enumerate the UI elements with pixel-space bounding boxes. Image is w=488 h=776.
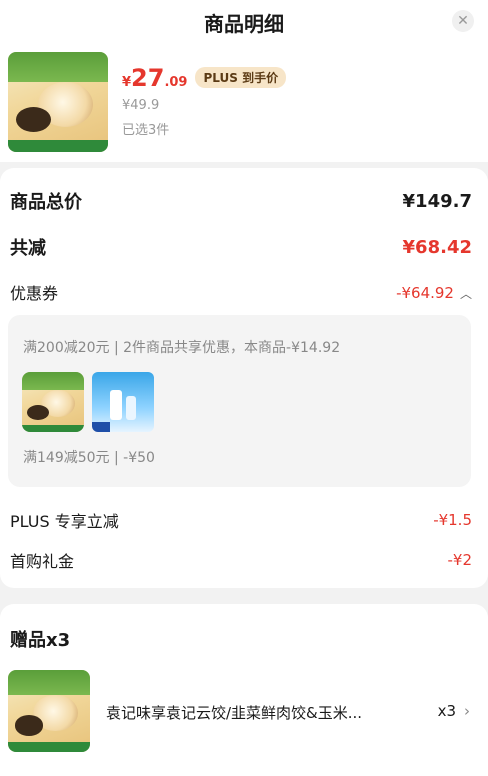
gift-qty-text: x3 xyxy=(437,702,456,720)
gift-card: 赠品x3 袁记味享袁记云饺/韭菜鲜肉饺&玉米... x3 › xyxy=(0,604,488,776)
selected-count: 已选3件 xyxy=(122,123,170,138)
coupon-value: -¥64.92 xyxy=(396,283,454,302)
price-block: ¥ 27 .09 PLUS 到手价 ¥49.9 已选3件 xyxy=(122,64,287,138)
discount-value: ¥68.42 xyxy=(402,236,472,258)
price-symbol: ¥ xyxy=(122,75,132,90)
chevron-up-icon[interactable]: ︿ xyxy=(460,287,472,301)
coupon-label: 优惠券 xyxy=(10,284,59,303)
gift-product-name[interactable]: 袁记味享袁记云饺/韭菜鲜肉饺&玉米... xyxy=(106,702,406,723)
plus-price-badge: PLUS 到手价 xyxy=(195,67,287,88)
price-breakdown-card: 商品总价 ¥149.7 共减 ¥68.42 优惠券 -¥64.92 ︿ 满200减… xyxy=(0,168,488,588)
gift-product-image[interactable] xyxy=(8,670,90,752)
close-icon[interactable]: ✕ xyxy=(452,10,474,32)
discount-label: 共减 xyxy=(10,238,46,259)
product-image[interactable] xyxy=(8,52,108,152)
total-value: ¥149.7 xyxy=(402,190,472,212)
coupon-rule-2: 满149减50元 | -¥50 xyxy=(23,450,155,466)
price-decimal: .09 xyxy=(164,75,188,90)
coupon-product-image-skincare[interactable] xyxy=(92,372,154,432)
original-price: ¥49.9 xyxy=(122,98,160,113)
price-integer: 27 xyxy=(131,64,165,92)
product-summary: ¥ 27 .09 PLUS 到手价 ¥49.9 已选3件 xyxy=(0,44,488,162)
page-title: 商品明细 xyxy=(204,11,284,36)
first-purchase-value: -¥2 xyxy=(447,551,473,569)
total-row: 商品总价 ¥149.7 xyxy=(10,188,472,214)
gift-title: 赠品x3 xyxy=(10,630,71,651)
chevron-right-icon[interactable]: › xyxy=(464,702,470,720)
header: 商品明细 ✕ xyxy=(0,0,488,44)
coupon-row[interactable]: 优惠券 -¥64.92 ︿ xyxy=(10,280,472,304)
coupon-detail-box: 满200减20元 | 2件商品共享优惠，本商品-¥14.92 满149减50元 … xyxy=(8,315,471,487)
plus-discount-value: -¥1.5 xyxy=(433,511,472,529)
coupon-rule-1: 满200减20元 | 2件商品共享优惠，本商品-¥14.92 xyxy=(23,340,341,356)
coupon-product-image-dumpling[interactable] xyxy=(22,372,84,432)
first-purchase-label: 首购礼金 xyxy=(10,552,75,571)
plus-discount-label: PLUS 专享立减 xyxy=(10,512,119,531)
first-purchase-row: 首购礼金 -¥2 xyxy=(10,548,472,572)
gift-quantity[interactable]: x3 › xyxy=(438,702,470,720)
coupon-value-wrap[interactable]: -¥64.92 ︿ xyxy=(396,283,472,302)
total-label: 商品总价 xyxy=(10,192,82,213)
discount-row: 共减 ¥68.42 xyxy=(10,234,472,260)
plus-discount-row: PLUS 专享立减 -¥1.5 xyxy=(10,508,472,532)
